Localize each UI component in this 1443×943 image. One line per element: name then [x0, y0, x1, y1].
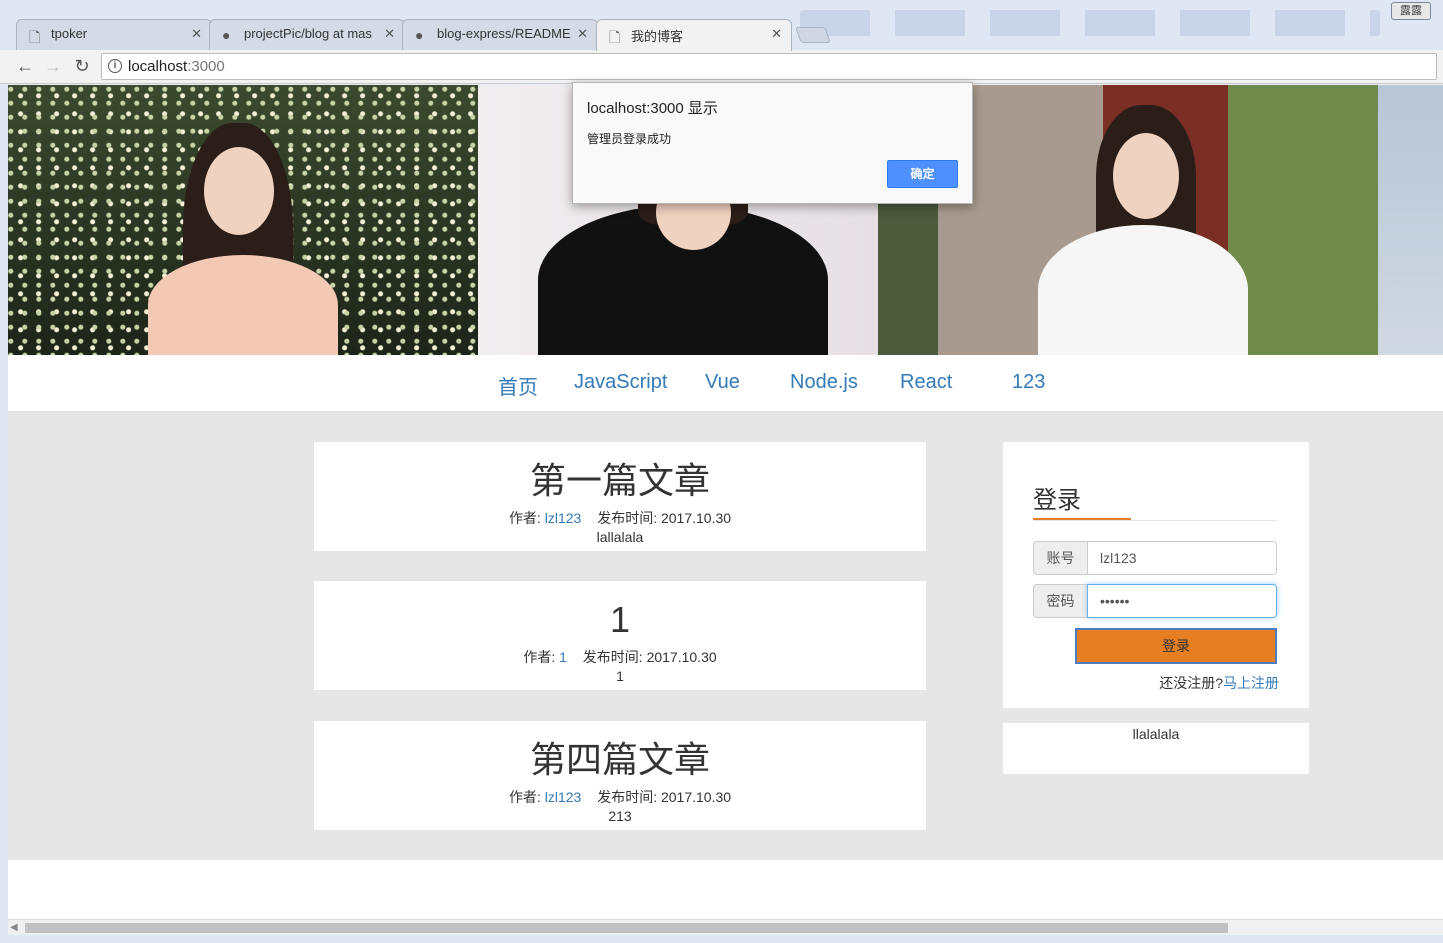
- account-field: 账号 lzl123: [1033, 541, 1277, 575]
- author-label: 作者:: [508, 510, 541, 526]
- post-meta: 作者: 1 发布时间: 2017.10.30: [314, 648, 926, 666]
- post-excerpt: 1: [616, 668, 624, 684]
- post-excerpt: 213: [608, 808, 632, 824]
- post-excerpt: lallalala: [596, 529, 644, 545]
- background-decoration: [800, 10, 1380, 36]
- author-link[interactable]: 1: [559, 649, 567, 665]
- scroll-left-arrow-icon[interactable]: ◀: [10, 922, 18, 933]
- title-underline: [1033, 518, 1131, 520]
- login-title: 登录: [1033, 487, 1081, 514]
- browser-tab-strip: 露露 🗋 tpoker ✕ ● projectPic/blog at mas ✕…: [0, 0, 1443, 51]
- author-link[interactable]: lzl123: [545, 510, 582, 526]
- post-title[interactable]: 第一篇文章: [314, 459, 926, 503]
- register-link[interactable]: 马上注册: [1223, 675, 1279, 691]
- tab-title: 我的博客: [631, 29, 684, 44]
- tab-title: tpoker: [51, 26, 88, 41]
- address-bar[interactable]: i localhost:3000: [101, 53, 1437, 80]
- reload-icon[interactable]: ↻: [71, 55, 93, 77]
- post-date: 2017.10.30: [660, 510, 732, 526]
- author-label: 作者:: [508, 789, 541, 805]
- figure-face: [1113, 133, 1179, 219]
- window-frame: [0, 935, 1443, 943]
- post-date: 2017.10.30: [660, 789, 732, 805]
- post-card: 1 作者: 1 发布时间: 2017.10.30 1: [314, 581, 926, 690]
- register-prompt: 还没注册?马上注册: [1159, 673, 1279, 693]
- main-nav: 首页 JavaScript Vue Node.js React 123: [8, 355, 1443, 411]
- github-icon: ●: [222, 27, 231, 43]
- login-panel: 登录 账号 lzl123 密码 •••••• 登录 还没注册?马上注册: [1003, 442, 1309, 708]
- account-label: 账号: [1033, 541, 1087, 575]
- tab-title: projectPic/blog at mas: [244, 26, 372, 41]
- post-card: 第四篇文章 作者: lzl123 发布时间: 2017.10.30 213: [314, 721, 926, 830]
- password-input[interactable]: ••••••: [1087, 584, 1277, 618]
- github-icon: ●: [415, 27, 424, 43]
- tab-title: blog-express/README: [437, 26, 571, 41]
- post-card: 第一篇文章 作者: lzl123 发布时间: 2017.10.30 lallal…: [314, 442, 926, 551]
- forward-arrow-icon[interactable]: →: [42, 55, 64, 77]
- post-meta: 作者: lzl123 发布时间: 2017.10.30: [314, 788, 926, 806]
- figure-face: [204, 147, 274, 235]
- dialog-title: localhost:3000 显示: [587, 100, 718, 117]
- nav-item-vue[interactable]: Vue: [705, 371, 740, 394]
- tab-my-blog[interactable]: 🗋 我的博客 ✕: [596, 19, 792, 51]
- password-label: 密码: [1033, 584, 1087, 618]
- alert-dialog: localhost:3000 显示 管理员登录成功 确定: [572, 82, 973, 204]
- banner-photo: [8, 85, 478, 355]
- date-label: 发布时间:: [597, 510, 658, 526]
- author-label: 作者:: [523, 649, 556, 665]
- sidebar-widget: llalalala: [1003, 723, 1309, 774]
- nav-item-123[interactable]: 123: [1012, 371, 1045, 394]
- new-tab-button[interactable]: [795, 27, 831, 43]
- url-port: :3000: [187, 58, 225, 75]
- scrollbar-thumb[interactable]: [25, 923, 1228, 933]
- close-icon[interactable]: ✕: [384, 26, 395, 42]
- login-button[interactable]: 登录: [1075, 628, 1277, 664]
- window-frame: [0, 85, 8, 935]
- post-title[interactable]: 1: [314, 598, 926, 642]
- close-icon[interactable]: ✕: [191, 26, 202, 42]
- close-icon[interactable]: ✕: [577, 26, 588, 42]
- register-text: 还没注册?: [1159, 675, 1223, 691]
- tab-projectpic[interactable]: ● projectPic/blog at mas ✕: [209, 19, 405, 50]
- divider: [1033, 520, 1277, 521]
- close-icon[interactable]: ✕: [771, 26, 782, 42]
- tab-tpoker[interactable]: 🗋 tpoker ✕: [16, 19, 212, 50]
- password-field: 密码 ••••••: [1033, 584, 1277, 618]
- horizontal-scrollbar[interactable]: ◀: [8, 919, 1443, 935]
- content-area: 第一篇文章 作者: lzl123 发布时间: 2017.10.30 lallal…: [8, 411, 1443, 860]
- page-viewport: 首页 JavaScript Vue Node.js React 123 第一篇文…: [8, 85, 1443, 919]
- figure-body: [148, 255, 338, 355]
- nav-item-react[interactable]: React: [900, 371, 952, 394]
- page-icon: 🗋: [609, 29, 621, 45]
- figure-body: [1038, 225, 1248, 355]
- url-host: localhost: [128, 58, 188, 75]
- back-arrow-icon[interactable]: ←: [14, 55, 36, 77]
- post-meta: 作者: lzl123 发布时间: 2017.10.30: [314, 509, 926, 527]
- browser-toolbar: ← → ↻ i localhost:3000: [0, 50, 1443, 84]
- page-icon: 🗋: [29, 29, 41, 45]
- post-title[interactable]: 第四篇文章: [314, 738, 926, 782]
- banner-photo: [1378, 85, 1443, 355]
- nav-item-javascript[interactable]: JavaScript: [574, 371, 667, 394]
- date-label: 发布时间:: [597, 789, 658, 805]
- nav-item-home[interactable]: 首页: [498, 371, 538, 400]
- post-date: 2017.10.30: [646, 649, 717, 665]
- dialog-message: 管理员登录成功: [587, 132, 672, 146]
- window-button[interactable]: 露露: [1391, 2, 1431, 20]
- dialog-ok-button[interactable]: 确定: [887, 160, 958, 188]
- info-icon[interactable]: i: [108, 59, 122, 73]
- sidebar-widget-text: llalalala: [1132, 726, 1180, 742]
- account-input[interactable]: lzl123: [1087, 541, 1277, 575]
- date-label: 发布时间:: [582, 649, 643, 665]
- tab-blog-express[interactable]: ● blog-express/README ✕: [402, 19, 598, 50]
- author-link[interactable]: lzl123: [545, 789, 582, 805]
- nav-item-nodejs[interactable]: Node.js: [790, 371, 858, 394]
